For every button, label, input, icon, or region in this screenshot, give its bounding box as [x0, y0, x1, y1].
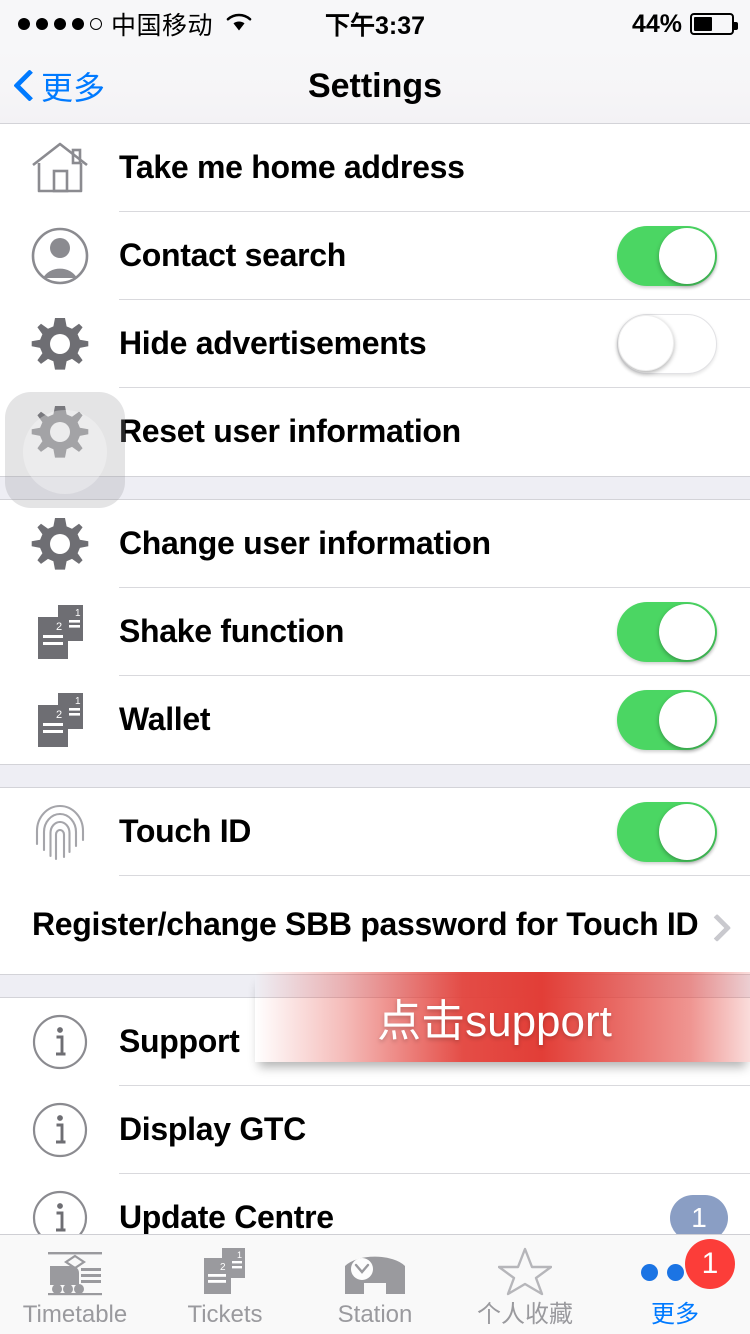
- fingerprint-icon: [0, 788, 119, 876]
- tab-label: 个人收藏: [477, 1301, 573, 1328]
- toggle-wallet[interactable]: [617, 690, 717, 750]
- list-item-reset-user-information[interactable]: Reset user information: [0, 388, 750, 476]
- list-item-update-centre[interactable]: Update Centre 1: [0, 1174, 750, 1234]
- navigation-bar: 更多 Settings: [0, 48, 750, 124]
- status-bar: 中国移动 下午3:37 44%: [0, 0, 750, 48]
- tab-label: 更多: [651, 1301, 699, 1328]
- ticket-icon: 1 2: [199, 1248, 251, 1296]
- home-icon: [0, 124, 119, 212]
- list-item-label: Register/change SBB password for Touch I…: [32, 906, 699, 943]
- train-icon: [40, 1248, 110, 1296]
- tab-tickets[interactable]: 1 2 Tickets: [150, 1235, 300, 1334]
- annotation-banner: 点击support: [255, 972, 750, 1062]
- section-gap: [0, 476, 750, 500]
- gear-icon: [0, 300, 119, 388]
- station-icon: [342, 1248, 408, 1296]
- list-item-label: Reset user information: [119, 413, 461, 450]
- toggle-hide-advertisements[interactable]: [617, 314, 717, 374]
- tab-label: Timetable: [22, 1301, 128, 1328]
- list-item-label: Display GTC: [119, 1111, 306, 1148]
- star-icon: [498, 1247, 552, 1296]
- tab-favorites[interactable]: 个人收藏: [450, 1235, 600, 1334]
- tab-timetable[interactable]: Timetable: [0, 1235, 150, 1334]
- tab-bar[interactable]: Timetable 1 2 Tickets Station 个人收藏 1 更多: [0, 1234, 750, 1334]
- list-item-change-user-information[interactable]: Change user information: [0, 500, 750, 588]
- tab-station[interactable]: Station: [300, 1235, 450, 1334]
- info-icon: [0, 998, 119, 1086]
- settings-list[interactable]: Take me home address Contact search Hide…: [0, 124, 750, 1234]
- list-item-label: Update Centre: [119, 1199, 334, 1234]
- list-item-wallet[interactable]: 1 2 Wallet: [0, 676, 750, 764]
- gear-icon: [0, 500, 119, 588]
- list-item-register-change-sbb-password[interactable]: Register/change SBB password for Touch I…: [0, 876, 750, 974]
- battery-percentage: 44%: [631, 9, 682, 38]
- list-item-label: Change user information: [119, 525, 491, 562]
- toggle-shake-function[interactable]: [617, 602, 717, 662]
- ticket-icon: 1 2: [0, 676, 119, 764]
- tab-label: Tickets: [187, 1301, 263, 1328]
- toggle-contact-search[interactable]: [617, 226, 717, 286]
- list-item-take-me-home-address[interactable]: Take me home address: [0, 124, 750, 212]
- status-bar-right: 44%: [631, 9, 738, 39]
- battery-icon: [690, 13, 738, 35]
- toggle-touch-id[interactable]: [617, 802, 717, 862]
- svg-text:1: 1: [237, 1250, 242, 1260]
- svg-text:1: 1: [75, 696, 81, 707]
- tab-more[interactable]: 1 更多: [600, 1235, 750, 1334]
- info-icon: [0, 1086, 119, 1174]
- tab-label: Station: [337, 1301, 413, 1328]
- contact-icon: [0, 212, 119, 300]
- section-gap: [0, 764, 750, 788]
- list-item-label: Take me home address: [119, 149, 465, 186]
- ticket-icon: 1 2: [0, 588, 119, 676]
- page-title: Settings: [307, 66, 443, 105]
- annotation-text: 点击support: [377, 997, 612, 1046]
- list-item-touch-id[interactable]: Touch ID: [0, 788, 750, 876]
- list-item-contact-search[interactable]: Contact search: [0, 212, 750, 300]
- list-item-shake-function[interactable]: 1 2 Shake function: [0, 588, 750, 676]
- info-icon: [0, 1174, 119, 1234]
- svg-text:1: 1: [75, 608, 81, 619]
- status-badge: 1: [670, 1195, 728, 1234]
- list-item-hide-advertisements[interactable]: Hide advertisements: [0, 300, 750, 388]
- svg-text:2: 2: [56, 709, 62, 721]
- tab-badge: 1: [685, 1239, 735, 1289]
- list-item-display-gtc[interactable]: Display GTC: [0, 1086, 750, 1174]
- svg-text:2: 2: [56, 621, 62, 633]
- svg-text:2: 2: [220, 1262, 226, 1273]
- gear-icon: [0, 388, 119, 476]
